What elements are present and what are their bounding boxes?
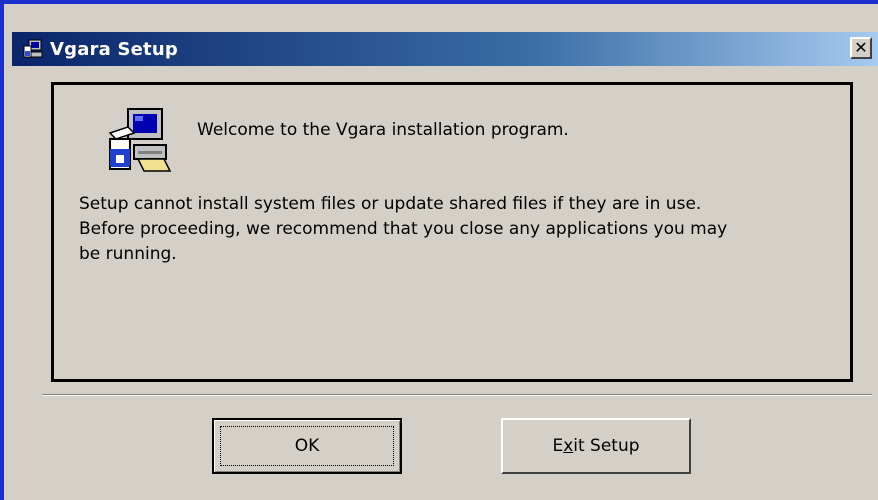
ok-button[interactable]: OK: [212, 418, 402, 474]
separator: [42, 394, 872, 396]
instructions-line: be running.: [79, 244, 177, 264]
welcome-text: Welcome to the Vgara installation progra…: [197, 120, 569, 140]
instructions-text: Setup cannot install system files or upd…: [79, 192, 839, 267]
content-panel: Welcome to the Vgara installation progra…: [51, 82, 853, 382]
title-bar[interactable]: Vgara Setup ✕: [12, 32, 878, 66]
close-button[interactable]: ✕: [850, 37, 872, 59]
exit-setup-button-label: Exit Setup: [552, 436, 640, 456]
window-title: Vgara Setup: [50, 38, 178, 60]
instructions-line: Setup cannot install system files or upd…: [79, 194, 702, 214]
instructions-line: Before proceeding, we recommend that you…: [79, 219, 728, 239]
setup-window: Vgara Setup ✕ Welcome to the Vgara insta…: [0, 0, 878, 500]
setup-computer-icon: [22, 38, 44, 60]
focus-rectangle: [220, 426, 394, 466]
exit-setup-button[interactable]: Exit Setup: [501, 418, 691, 474]
setup-computer-icon: [104, 105, 176, 177]
